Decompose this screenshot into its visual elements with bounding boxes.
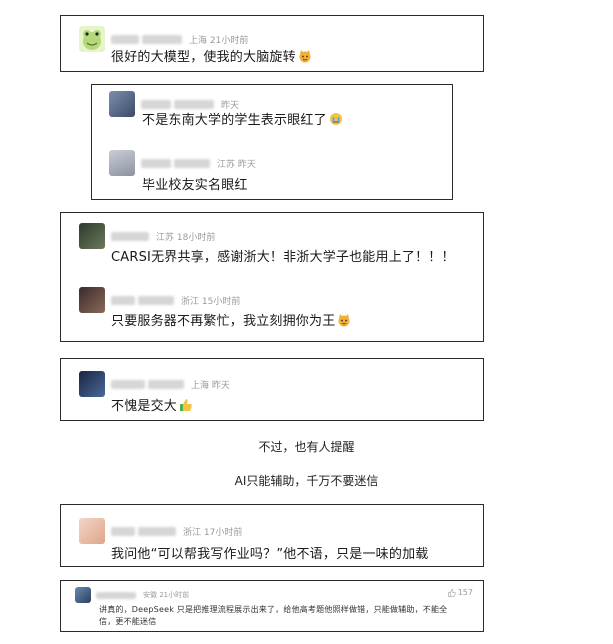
caption-second: AI只能辅助，千万不要迷信 <box>234 474 379 488</box>
comment-card-1: 上海 21小时前 很好的大模型，使我的大脑旋转 <box>60 15 484 72</box>
caption-first: 不过，也有人提醒 <box>258 440 355 454</box>
comment-card-4: 上海 昨天 不愧是交大 <box>60 358 484 421</box>
comment-text-line-2: 信，更不能迷信 <box>99 617 157 626</box>
comment-meta: 上海 昨天 <box>191 380 230 391</box>
comment-meta: 上海 21小时前 <box>189 35 249 46</box>
crying-emoji-icon <box>329 113 342 125</box>
comment-card-3: 江苏 18小时前 CARSI无界共享，感谢浙大！非浙大学子也能用上了！！！ 浙江… <box>60 212 484 342</box>
comment-text: 不是东南大学的学生表示眼红了 <box>142 109 343 128</box>
username-redacted[interactable] <box>142 34 182 44</box>
comment-meta: 安徽 21小时前 <box>143 591 190 599</box>
username-redacted[interactable] <box>141 99 171 109</box>
username-redacted[interactable] <box>111 379 145 389</box>
comment-card-5: 浙江 17小时前 我问他“可以帮我写作业吗？”他不语，只是一味的加载 <box>60 504 484 567</box>
comment-text-content: 不是东南大学的学生表示眼红了 <box>142 113 327 128</box>
comment-card-2: 昨天 不是东南大学的学生表示眼红了 江苏 昨天 毕业校友实名眼红 <box>91 84 453 200</box>
comment-text: 我问他“可以帮我写作业吗？”他不语，只是一味的加载 <box>111 547 429 562</box>
comment-header: 浙江 17小时前 <box>79 518 242 544</box>
username-redacted[interactable] <box>174 158 210 168</box>
comment-meta: 浙江 17小时前 <box>183 527 243 538</box>
comment-header: 江苏 昨天 <box>109 150 256 176</box>
username-redacted[interactable] <box>111 231 149 241</box>
username-redacted[interactable] <box>111 295 135 305</box>
comment-text: CARSI无界共享，感谢浙大！非浙大学子也能用上了！！！ <box>111 250 455 265</box>
comment-text: 很好的大模型，使我的大脑旋转 <box>111 46 312 65</box>
like-count[interactable]: 157 <box>448 588 473 597</box>
thumbs-up-icon <box>180 399 192 411</box>
comment-meta: 江苏 18小时前 <box>156 232 216 243</box>
username-redacted[interactable] <box>111 34 139 44</box>
comment-header: 上海 昨天 <box>79 371 230 397</box>
user-avatar[interactable] <box>79 518 105 544</box>
comment-text-line-1: 讲真的，DeepSeek 只是把推理流程展示出来了，给他高考题他照样做错，只能做… <box>99 605 448 614</box>
user-avatar[interactable] <box>75 587 91 603</box>
comment-card-6: 安徽 21小时前 157 讲真的，DeepSeek 只是把推理流程展示出来了，给… <box>60 580 484 632</box>
comment-text-content: 不愧是交大 <box>111 399 178 414</box>
user-avatar[interactable] <box>79 371 105 397</box>
comment-text-content: 只要服务器不再繁忙，我立刻拥你为王 <box>111 314 336 329</box>
user-avatar[interactable] <box>79 223 105 249</box>
frog-avatar-icon[interactable] <box>79 26 105 52</box>
username-redacted[interactable] <box>174 99 214 109</box>
comment-text: 不愧是交大 <box>111 395 193 414</box>
username-redacted[interactable] <box>141 158 171 168</box>
cat-emoji-icon <box>338 314 350 327</box>
cat-emoji-icon <box>299 50 311 63</box>
comment-meta: 浙江 15小时前 <box>181 296 241 307</box>
username-redacted[interactable] <box>96 591 136 599</box>
comment-text-content: 很好的大模型，使我的大脑旋转 <box>111 50 296 65</box>
comment-meta: 江苏 昨天 <box>217 159 256 170</box>
username-redacted[interactable] <box>138 526 176 536</box>
comment-text: 只要服务器不再繁忙，我立刻拥你为王 <box>111 310 351 329</box>
user-avatar[interactable] <box>79 287 105 313</box>
thumbs-up-icon[interactable] <box>448 588 456 597</box>
username-redacted[interactable] <box>148 379 184 389</box>
username-redacted[interactable] <box>111 526 135 536</box>
username-redacted[interactable] <box>138 295 174 305</box>
user-avatar[interactable] <box>109 150 135 176</box>
like-count-value: 157 <box>457 588 473 597</box>
user-avatar[interactable] <box>109 91 135 117</box>
comment-text: 毕业校友实名眼红 <box>142 178 248 193</box>
comment-header: 安徽 21小时前 <box>75 587 189 603</box>
